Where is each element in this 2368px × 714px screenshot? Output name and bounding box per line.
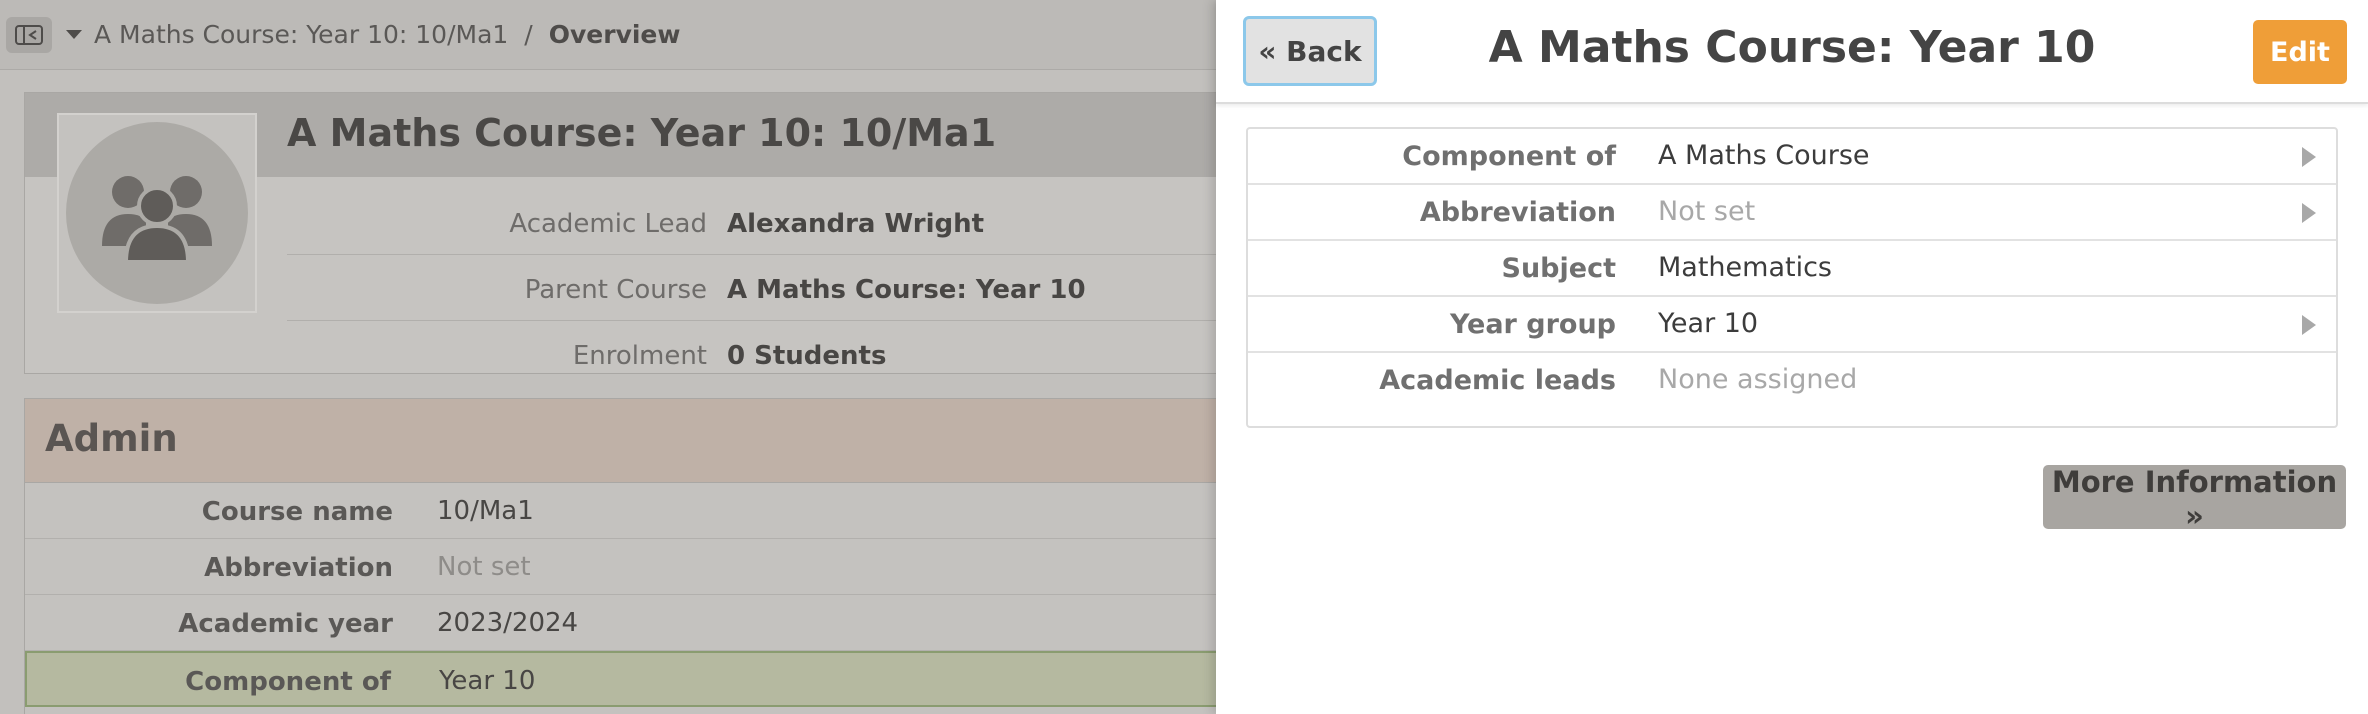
detail-value: Year 10 [1658,308,1759,339]
meta-label: Academic Lead [509,209,707,239]
breadcrumb-bar: A Maths Course: Year 10: 10/Ma1 / Overvi… [0,0,1216,70]
admin-value: 10/Ma1 [437,496,534,526]
admin-row-course-name: Course name 10/Ma1 [25,483,1216,539]
chevron-right-icon [2302,203,2316,223]
panel-header: « Back A Maths Course: Year 10 Edit [1216,0,2368,104]
meta-label: Enrolment [572,341,707,371]
more-information-button[interactable]: More Information » [2043,465,2346,533]
detail-table: Component of A Maths Course Abbreviation… [1246,127,2338,428]
admin-label: Academic year [178,609,393,639]
meta-row-enrolment: Enrolment 0 Students [287,323,1216,387]
admin-value: Year 10 [439,666,536,696]
course-title: A Maths Course: Year 10: 10/Ma1 [287,111,997,155]
background-page: A Maths Course: Year 10: 10/Ma1 / Overvi… [0,0,1216,714]
detail-row-abbreviation[interactable]: Abbreviation Not set [1248,185,2336,241]
detail-row-academic-leads: Academic leads None assigned [1248,353,2336,409]
detail-label: Component of [1402,141,1616,172]
avatar-circle [66,122,248,304]
admin-row-academic-year: Academic year 2023/2024 [25,595,1216,651]
breadcrumb-current: Overview [548,20,681,49]
admin-label: Abbreviation [204,553,393,583]
admin-value: Not set [437,552,531,582]
avatar [57,113,257,313]
meta-row-academic-lead: Academic Lead Alexandra Wright [287,191,1216,255]
breadcrumb-separator: / [524,20,533,49]
detail-row-year-group[interactable]: Year group Year 10 [1248,297,2336,353]
group-icon [102,176,212,264]
admin-row-component-of[interactable]: Component of Year 10 [25,651,1216,707]
meta-value[interactable]: Alexandra Wright [727,209,984,239]
detail-label: Academic leads [1379,365,1616,396]
detail-value: A Maths Course [1658,140,1870,171]
detail-label: Year group [1449,309,1616,340]
detail-value: None assigned [1658,364,1858,395]
sidebar-toggle-icon[interactable] [6,16,52,53]
course-summary-card: A Maths Course: Year 10: 10/Ma1 Academic… [24,92,1216,374]
admin-value: 2023/2024 [437,608,579,638]
detail-label: Abbreviation [1419,197,1616,228]
admin-title: Admin [45,417,178,460]
chevron-right-icon [2302,315,2316,335]
meta-value[interactable]: A Maths Course: Year 10 [727,275,1086,305]
breadcrumb-parent[interactable]: A Maths Course: Year 10: 10/Ma1 [94,20,508,49]
meta-value[interactable]: 0 Students [727,341,886,371]
panel-title: A Maths Course: Year 10 [1488,22,2096,73]
admin-card: Admin Course name 10/Ma1 Abbreviation No… [24,398,1216,714]
detail-row-component-of[interactable]: Component of A Maths Course [1248,129,2336,185]
meta-label: Parent Course [524,275,707,305]
chevron-down-icon[interactable] [66,30,82,39]
detail-label: Subject [1501,253,1616,284]
admin-row-abbreviation: Abbreviation Not set [25,539,1216,595]
meta-row-parent-course: Parent Course A Maths Course: Year 10 [287,257,1216,321]
back-button[interactable]: « Back [1243,16,1377,86]
detail-panel: « Back A Maths Course: Year 10 Edit Comp… [1216,0,2368,714]
chevron-right-icon [2302,147,2316,167]
admin-header: Admin [25,399,1216,483]
detail-value: Mathematics [1658,252,1832,283]
detail-row-subject: Subject Mathematics [1248,241,2336,297]
admin-label: Component of [185,667,391,697]
admin-label: Course name [201,497,393,527]
collapse-sidebar-icon [15,24,43,45]
detail-value: Not set [1658,196,1756,227]
edit-button[interactable]: Edit [2253,20,2347,84]
